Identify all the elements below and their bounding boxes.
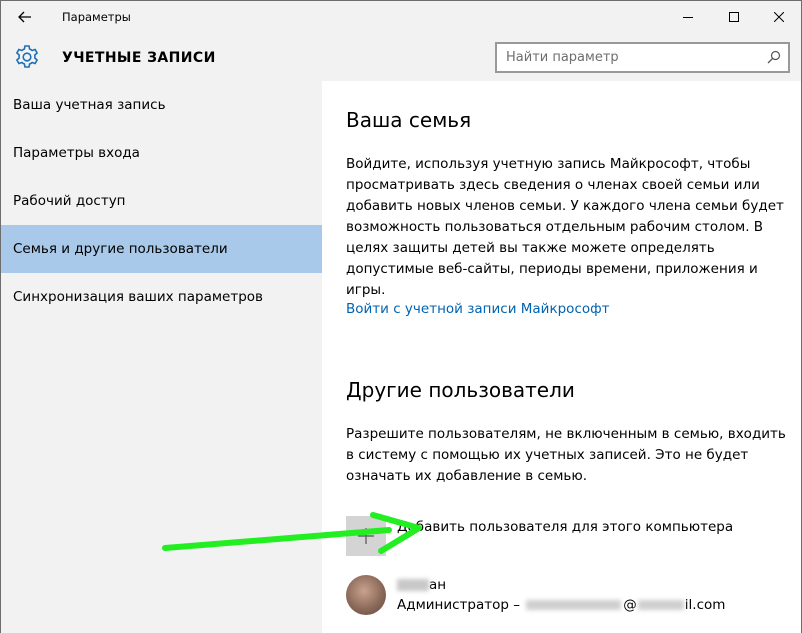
- sidebar-item-sync-settings[interactable]: Синхронизация ваших параметров: [1, 273, 322, 321]
- window-title: Параметры: [62, 10, 131, 24]
- other-users-description: Разрешите пользователям, не включенным в…: [346, 426, 786, 484]
- minimize-button[interactable]: [665, 1, 711, 33]
- redacted-email-blur: [526, 600, 622, 610]
- search-box[interactable]: [495, 42, 790, 73]
- settings-header: УЧЕТНЫЕ ЗАПИСИ: [1, 33, 801, 81]
- sidebar-item-work-access[interactable]: Рабочий доступ: [1, 177, 322, 225]
- page-title: УЧЕТНЫЕ ЗАПИСИ: [62, 50, 216, 66]
- sidebar-item-label: Семья и другие пользователи: [13, 241, 228, 257]
- maximize-icon: [729, 12, 739, 22]
- maximize-button[interactable]: [711, 1, 757, 33]
- add-user-label: Добавить пользователя для этого компьюте…: [397, 519, 734, 535]
- settings-window: Параметры УЧЕТНЫЕ ЗАПИСИ Найти параметр …: [0, 0, 802, 633]
- sidebar-item-your-account[interactable]: Ваша учетная запись: [1, 81, 322, 129]
- sidebar-item-label: Синхронизация ваших параметров: [13, 289, 263, 305]
- family-description: Войдите, используя учетную запись Майкро…: [346, 156, 784, 298]
- redacted-name-blur: [397, 579, 429, 591]
- user-role-label: Администратор –: [397, 597, 520, 613]
- sidebar-item-label: Рабочий доступ: [13, 193, 126, 209]
- other-users-heading: Другие пользователи: [346, 378, 575, 402]
- close-icon: [774, 12, 784, 22]
- title-bar: Параметры: [1, 1, 801, 33]
- sidebar-item-label: Ваша учетная запись: [13, 97, 166, 113]
- minimize-icon: [683, 17, 693, 18]
- sidebar-item-sign-in-options[interactable]: Параметры входа: [1, 129, 322, 177]
- user-name: ан: [397, 577, 446, 593]
- arrow-left-icon: [18, 11, 31, 23]
- avatar: [346, 575, 386, 615]
- microsoft-signin-link[interactable]: Войти с учетной записи Майкрософт: [346, 301, 610, 317]
- gear-icon: [15, 45, 39, 68]
- sidebar-item-family-and-other-users[interactable]: Семья и другие пользователи: [1, 225, 322, 273]
- user-account-item[interactable]: ан Администратор – @ il.com: [346, 575, 786, 619]
- back-button[interactable]: [7, 3, 43, 31]
- close-button[interactable]: [756, 1, 802, 33]
- search-input[interactable]: [497, 44, 761, 71]
- family-heading: Ваша семья: [346, 108, 472, 132]
- redacted-domain-blur: [637, 600, 684, 610]
- user-name-visible: ан: [429, 577, 447, 593]
- user-role: Администратор – @ il.com: [397, 597, 725, 613]
- sidebar-item-label: Параметры входа: [13, 145, 140, 161]
- email-suffix: il.com: [684, 597, 726, 613]
- search-icon[interactable]: [767, 50, 781, 64]
- email-at: @: [623, 597, 637, 613]
- annotation-arrow-icon: [162, 512, 422, 554]
